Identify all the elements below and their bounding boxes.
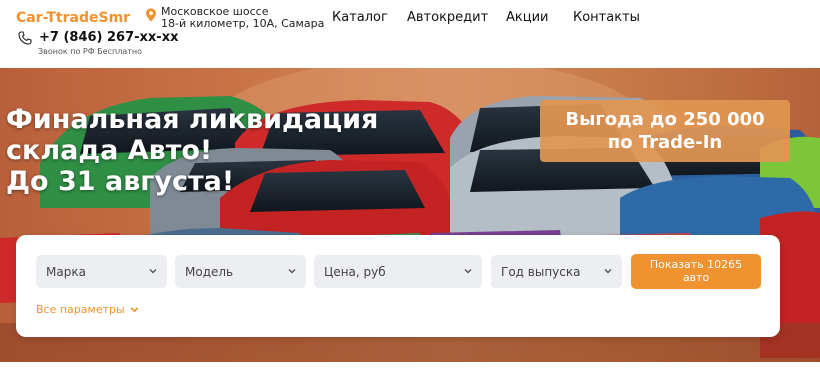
site-header: Car-TtradeSmr Московское шоссе 18-й кило… <box>0 0 820 68</box>
all-params-label: Все параметры <box>36 303 125 316</box>
trade-in-promo[interactable]: Выгода до 250 000 по Trade-In <box>540 100 790 162</box>
chevron-down-icon <box>130 307 139 313</box>
hero-title-line-1: Финальная ликвидация <box>6 104 379 135</box>
show-button-line-2: авто <box>682 271 710 284</box>
bottom-strip <box>0 362 820 379</box>
nav-contacts[interactable]: Контакты <box>573 10 640 25</box>
chevron-down-icon <box>464 269 472 274</box>
nav-autocredit[interactable]: Автокредит <box>407 10 488 25</box>
phone-icon <box>18 30 32 45</box>
price-select-label: Цена, руб <box>324 265 386 279</box>
filter-panel: Марка Модель Цена, руб Год выпуска Показ… <box>16 235 780 337</box>
phone-note: Звонок по РФ Бесплатно <box>38 47 142 56</box>
model-select-label: Модель <box>185 265 234 279</box>
brand-select-label: Марка <box>46 265 86 279</box>
show-button-line-1: Показать 10265 <box>649 258 743 271</box>
show-cars-button[interactable]: Показать 10265 авто <box>631 254 761 289</box>
year-select[interactable]: Год выпуска <box>491 255 622 288</box>
year-select-label: Год выпуска <box>501 265 581 279</box>
price-select[interactable]: Цена, руб <box>314 255 482 288</box>
promo-line-2: по Trade-In <box>607 132 723 153</box>
all-params-link[interactable]: Все параметры <box>36 303 139 316</box>
brand-select[interactable]: Марка <box>36 255 167 288</box>
chevron-down-icon <box>149 269 157 274</box>
hero-title: Финальная ликвидация склада Авто! До 31 … <box>6 104 378 197</box>
model-select[interactable]: Модель <box>175 255 306 288</box>
chevron-down-icon <box>604 269 612 274</box>
nav-catalog[interactable]: Каталог <box>332 10 388 25</box>
main-nav: Каталог Автокредит Акции Контакты <box>0 10 820 26</box>
hero-title-line-2: склада Авто! <box>6 135 213 166</box>
phone-number[interactable]: +7 (846) 267-xx-xx <box>39 30 178 45</box>
nav-promotions[interactable]: Акции <box>506 10 549 25</box>
phone-block: +7 (846) 267-xx-xx <box>18 30 178 45</box>
hero-title-line-3: До 31 августа! <box>6 166 235 197</box>
promo-line-1: Выгода до 250 000 <box>565 109 765 130</box>
chevron-down-icon <box>288 269 296 274</box>
